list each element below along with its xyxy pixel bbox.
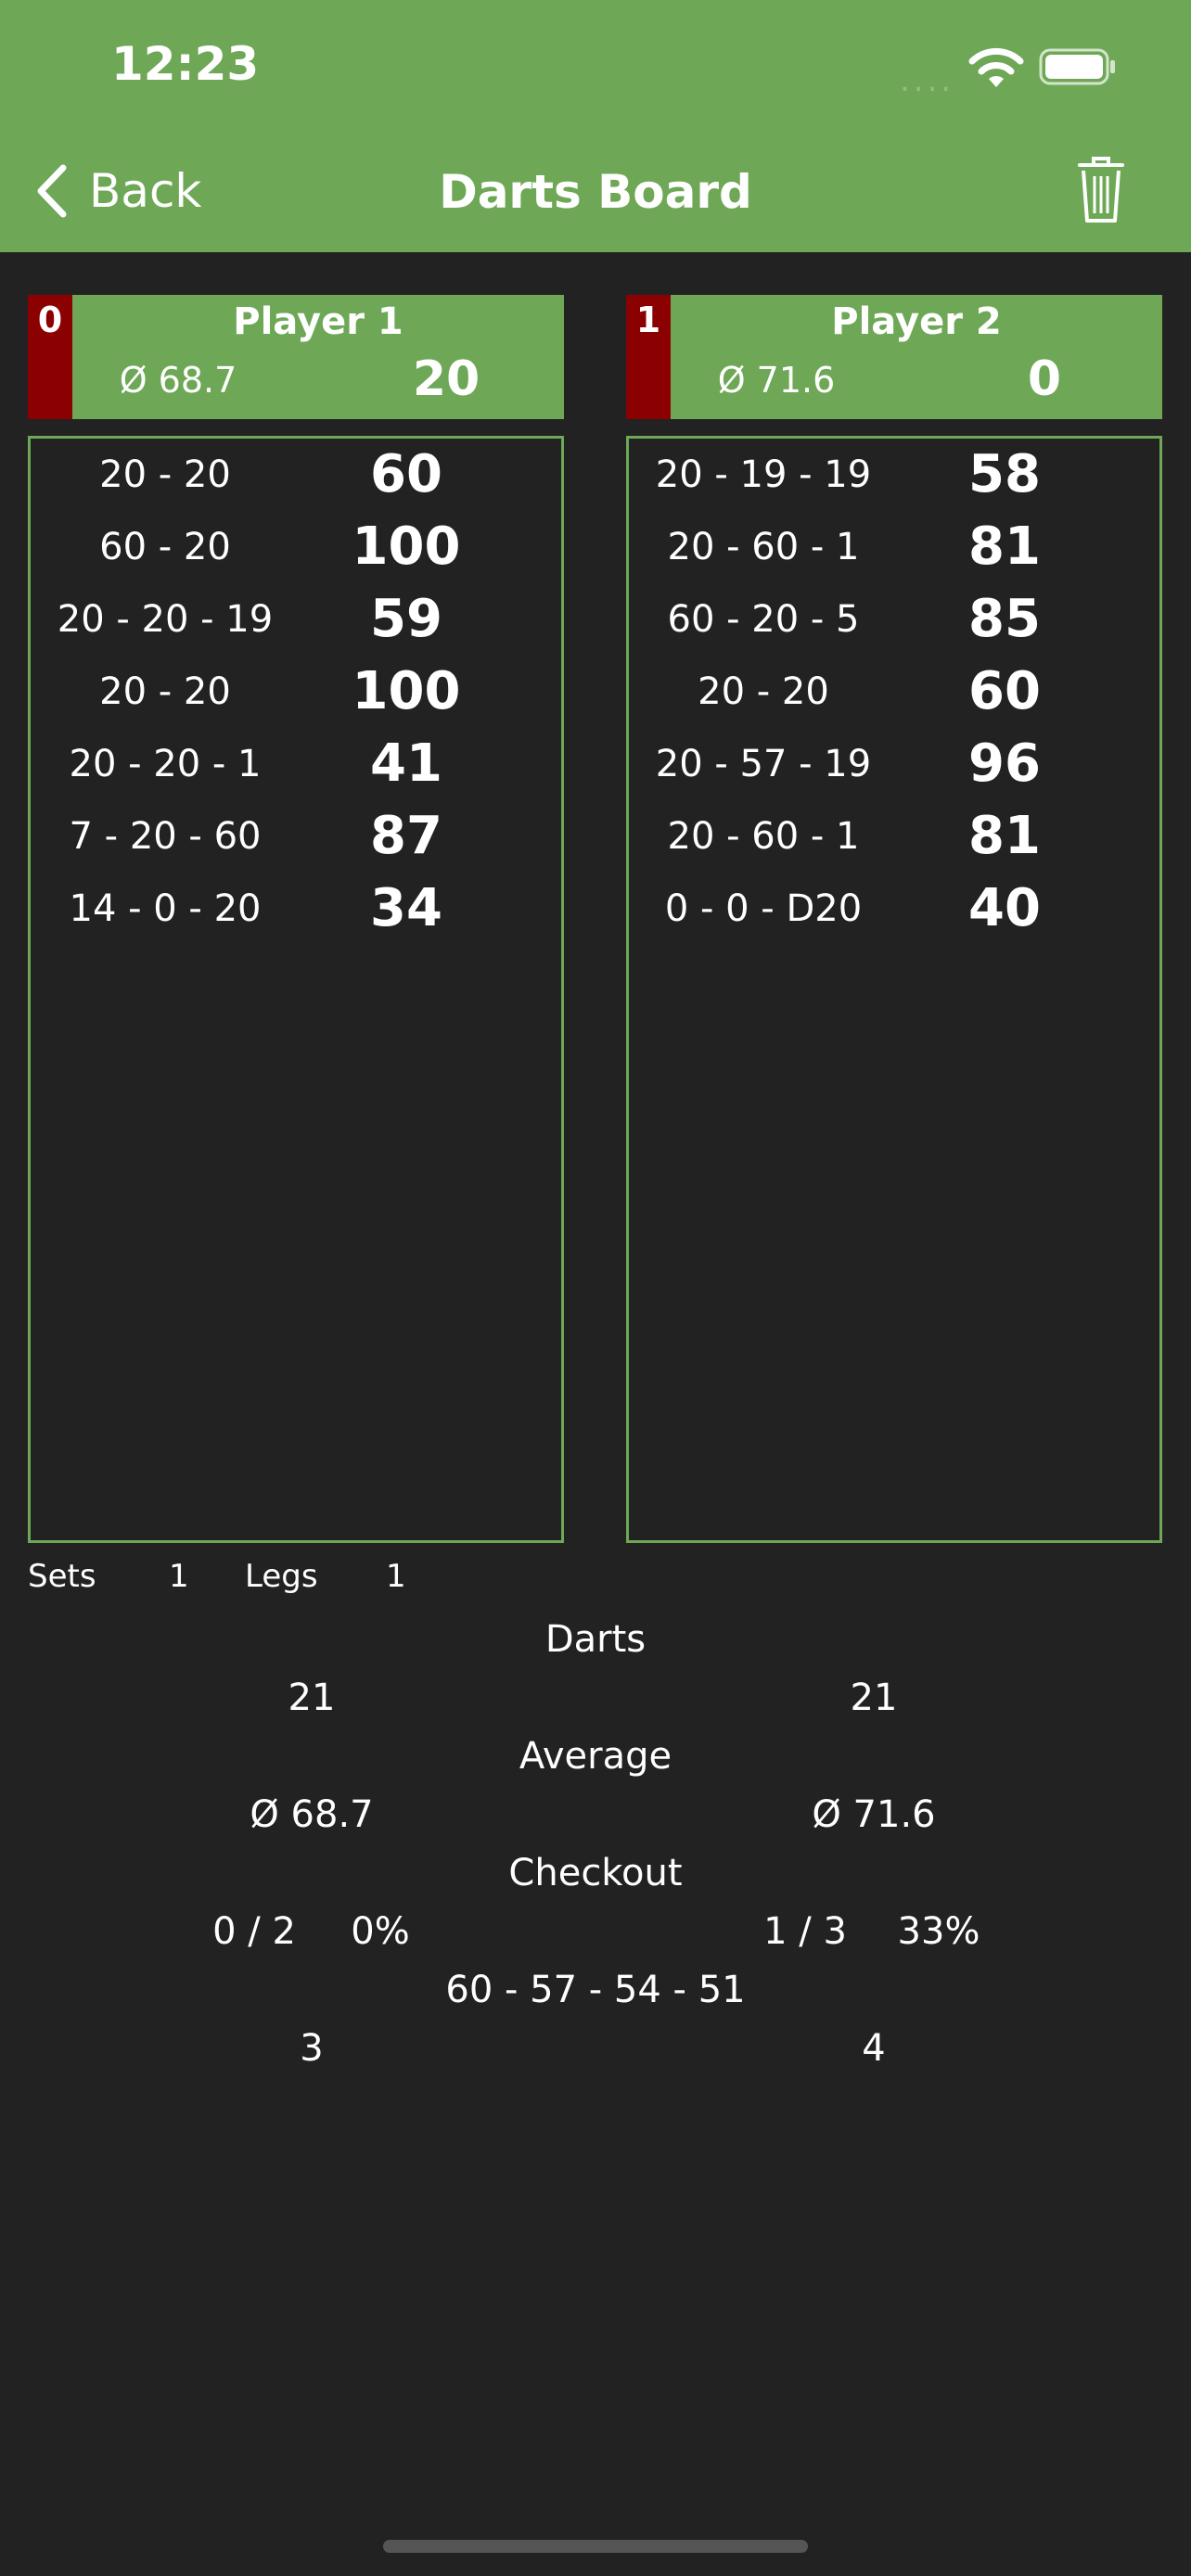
throw-score: 81 [968, 806, 1041, 866]
throw-score: 41 [370, 733, 442, 794]
throw-darts: 7 - 20 - 60 [69, 815, 262, 858]
player-average: Ø 71.6 [717, 360, 836, 401]
player-2-high-scores: 4 [862, 2027, 886, 2070]
throw-score: 85 [968, 589, 1041, 649]
throw-darts: 20 - 20 - 1 [69, 743, 262, 785]
player-remaining-score: 20 [412, 351, 480, 407]
throw-row: 14 - 0 - 20 34 [31, 873, 561, 945]
sets-label: Sets [28, 1558, 96, 1595]
average-label: Average [519, 1735, 672, 1778]
throw-row: 20 - 20 - 1 41 [31, 728, 561, 800]
player-1-average-stat: Ø 68.7 [250, 1793, 374, 1836]
throw-row: 7 - 20 - 60 87 [31, 800, 561, 873]
throw-row: 20 - 20 100 [31, 656, 561, 728]
player-name: Player 2 [831, 300, 1002, 343]
throw-score: 100 [352, 516, 461, 577]
player-2-card: 1 Player 2 Ø 71.6 0 [626, 295, 1162, 419]
throw-darts: 20 - 20 - 19 [57, 598, 274, 641]
player-1-throws-list: 20 - 20 60 60 - 20 100 20 - 20 - 19 59 20 -… [28, 436, 564, 1543]
player-2-throws-list: 20 - 19 - 19 58 20 - 60 - 1 81 60 - 20 - 5… [626, 436, 1162, 1543]
throw-score: 58 [968, 444, 1041, 504]
throw-score: 34 [370, 878, 442, 938]
darts-label: Darts [544, 1618, 647, 1661]
throw-row: 0 - 0 - D20 40 [629, 873, 1159, 945]
throw-darts: 20 - 20 [698, 670, 829, 713]
throw-score: 96 [968, 733, 1041, 794]
home-indicator [383, 2540, 808, 2553]
player-average: Ø 68.7 [119, 360, 237, 401]
page-title: Darts Board [439, 165, 752, 219]
throw-row: 20 - 57 - 19 96 [629, 728, 1159, 800]
throw-row: 20 - 20 60 [31, 439, 561, 511]
throw-darts: 0 - 0 - D20 [664, 887, 863, 930]
signal-dots-icon: .... [900, 62, 955, 99]
player-2-darts: 21 [850, 1677, 898, 1719]
throw-darts: 14 - 0 - 20 [69, 887, 262, 930]
status-time: 12:23 [111, 37, 260, 91]
player-1-card: 0 Player 1 Ø 68.7 20 [28, 295, 564, 419]
throw-score: 60 [968, 661, 1041, 721]
throw-score: 100 [352, 661, 461, 721]
battery-icon [1039, 48, 1115, 85]
throw-row: 20 - 60 - 1 81 [629, 511, 1159, 583]
legs-label: Legs [245, 1558, 318, 1595]
player-1-checkout-percent: 0% [351, 1910, 410, 1953]
sets-value: 1 [169, 1558, 189, 1595]
wifi-icon [968, 47, 1024, 87]
throw-darts: 20 - 19 - 19 [655, 453, 872, 496]
throw-score: 87 [370, 806, 442, 866]
throw-row: 20 - 20 - 19 59 [31, 583, 561, 656]
throw-row: 20 - 20 60 [629, 656, 1159, 728]
throw-darts: 60 - 20 [99, 526, 231, 568]
throw-darts: 60 - 20 - 5 [667, 598, 860, 641]
throw-row: 60 - 20 - 5 85 [629, 583, 1159, 656]
player-2-checkout-percent: 33% [897, 1910, 980, 1953]
throw-row: 60 - 20 100 [31, 511, 561, 583]
player-1-high-scores: 3 [300, 2027, 324, 2070]
throw-score: 81 [968, 516, 1041, 577]
throw-row: 20 - 60 - 1 81 [629, 800, 1159, 873]
player-name: Player 1 [233, 300, 403, 343]
player-2-average-stat: Ø 71.6 [812, 1793, 936, 1836]
throw-darts: 20 - 60 - 1 [667, 815, 860, 858]
throw-score: 40 [968, 878, 1041, 938]
throw-darts: 20 - 57 - 19 [655, 743, 872, 785]
throw-darts: 20 - 60 - 1 [667, 526, 860, 568]
throw-darts: 20 - 20 [99, 670, 231, 713]
player-remaining-score: 0 [1027, 351, 1062, 407]
throw-score: 60 [370, 444, 442, 504]
throw-darts: 20 - 20 [99, 453, 231, 496]
nav-bar: 12:23 .... Back Darts Board [0, 0, 1191, 252]
player-1-darts: 21 [288, 1677, 336, 1719]
checkout-label: Checkout [508, 1852, 683, 1894]
throw-row: 20 - 19 - 19 58 [629, 439, 1159, 511]
high-scores-label: 60 - 57 - 54 - 51 [445, 1969, 746, 2011]
legs-value: 1 [386, 1558, 406, 1595]
trash-icon[interactable] [1076, 154, 1126, 224]
throw-score: 59 [370, 589, 442, 649]
